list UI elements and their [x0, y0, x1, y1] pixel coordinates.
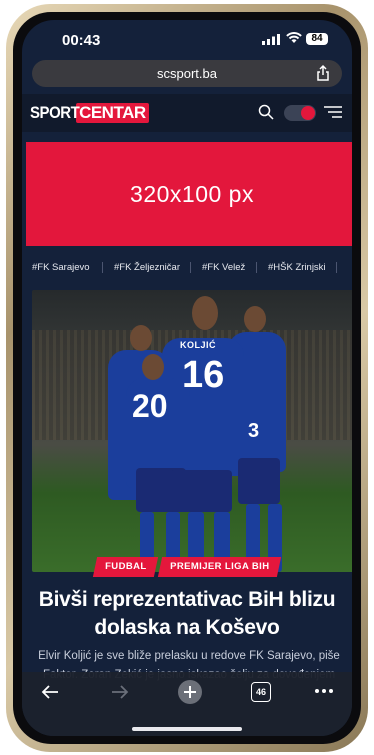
menu-icon[interactable] — [322, 104, 342, 120]
category-label: PREMIJER LIGA BIH — [170, 561, 270, 572]
tag-link[interactable]: #FK Željezničar — [114, 262, 180, 273]
player-head — [142, 354, 164, 380]
jersey-number: 20 — [132, 388, 168, 424]
tag-strip: #FK Sarajevo #FK Željezničar #FK Velež #… — [22, 256, 352, 280]
player-head — [244, 306, 266, 332]
share-icon[interactable] — [314, 64, 332, 82]
player-head — [130, 325, 152, 351]
tab-count-button[interactable]: 46 — [251, 682, 271, 702]
status-bar: 00:43 84 — [22, 20, 352, 58]
more-options-icon[interactable] — [314, 688, 334, 694]
article-title[interactable]: Bivši reprezentativac BiH blizu dolaska … — [36, 586, 338, 642]
url-text: scsport.ba — [157, 66, 217, 81]
home-indicator[interactable] — [132, 727, 242, 731]
article-photo[interactable]: KOLJIĆ 16 20 3 — [32, 290, 352, 572]
site-header: SPORT CENTAR — [22, 94, 352, 132]
tag-divider — [336, 262, 337, 273]
tag-divider — [256, 262, 257, 273]
jersey-name: KOLJIĆ — [180, 340, 217, 350]
category-label: FUDBAL — [104, 561, 147, 572]
player-shorts — [170, 470, 232, 512]
forward-arrow-icon[interactable] — [110, 682, 130, 702]
dark-mode-toggle[interactable] — [284, 105, 316, 121]
logo-text-sport: SPORT — [30, 103, 80, 122]
status-time: 00:43 — [62, 32, 101, 49]
tag-divider — [102, 262, 103, 273]
tag-link[interactable]: #FK Velež — [202, 262, 245, 273]
tag-divider — [190, 262, 191, 273]
address-bar[interactable]: scsport.ba — [32, 60, 342, 87]
player-head — [192, 296, 218, 330]
category-badges: FUDBAL PREMIJER LIGA BIH — [22, 557, 352, 577]
sportcentar-logo[interactable]: SPORT CENTAR — [30, 102, 149, 124]
cellular-signal-icon — [262, 34, 280, 45]
tag-link[interactable]: #HŠK Zrinjski — [268, 262, 326, 273]
search-icon[interactable] — [258, 104, 274, 120]
logo-text-centar: CENTAR — [76, 103, 149, 123]
ad-banner[interactable]: 320x100 px — [26, 142, 352, 246]
wifi-icon — [286, 32, 302, 43]
category-badge[interactable]: PREMIJER LIGA BIH — [157, 557, 282, 577]
phone-screen: 00:43 84 scsport.ba SPORT CENTAR 320x100… — [22, 20, 352, 736]
tag-link[interactable]: #FK Sarajevo — [32, 262, 90, 273]
new-tab-plus-icon[interactable] — [177, 679, 203, 705]
battery-indicator: 84 — [306, 33, 328, 45]
jersey-number: 3 — [248, 420, 260, 442]
jersey-number: 16 — [182, 354, 225, 396]
category-badge[interactable]: FUDBAL — [92, 557, 159, 577]
player-shorts — [238, 458, 280, 504]
toggle-knob — [301, 106, 315, 120]
back-arrow-icon[interactable] — [40, 682, 60, 702]
